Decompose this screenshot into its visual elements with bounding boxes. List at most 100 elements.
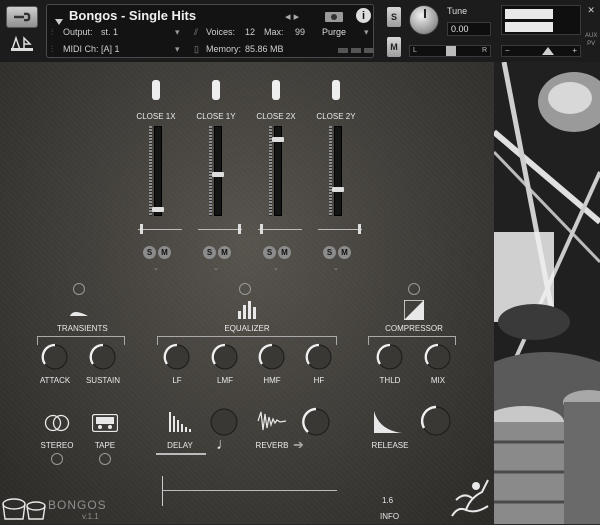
volume-slider[interactable]: − + (501, 45, 581, 57)
mute-button[interactable]: M (387, 37, 401, 57)
pan-handle[interactable] (358, 224, 361, 234)
purge-label: Purge (322, 27, 347, 37)
midi-select[interactable]: [A] 1 (101, 44, 120, 54)
pan-slider[interactable]: L R (409, 45, 491, 57)
chevron-down-icon[interactable]: ⌄ (333, 264, 339, 272)
thld-label: THLD (379, 376, 401, 385)
fader-handle[interactable] (212, 172, 224, 177)
reverb-knob[interactable] (300, 406, 332, 443)
close-icon[interactable]: ✕ (585, 6, 597, 15)
fader-handle[interactable] (152, 207, 164, 212)
equalizer-toggle[interactable] (239, 283, 251, 295)
output-label: Output: (63, 27, 93, 37)
channel-level-meter (329, 126, 332, 216)
compressor-toggle[interactable] (408, 283, 420, 295)
aux-label[interactable]: AUX (585, 32, 597, 40)
transients-toggle[interactable] (73, 283, 85, 295)
chevron-down-icon[interactable]: ⌄ (273, 264, 279, 272)
sustain-label: SUSTAIN (85, 376, 121, 385)
vendor-logo-icon (448, 476, 492, 525)
channel-mute-button[interactable]: M (158, 246, 171, 259)
voices-icon: ⫽ (194, 27, 199, 37)
tune-value[interactable]: 0.00 (447, 22, 491, 36)
attack-knob[interactable] (41, 343, 69, 371)
info-button[interactable]: INFO (380, 512, 399, 521)
thld-knob[interactable] (376, 343, 404, 371)
channel-mute-button[interactable]: M (218, 246, 231, 259)
lf-knob[interactable] (163, 343, 191, 371)
output-dropdown-icon[interactable]: ▾ (175, 27, 180, 38)
pan-handle[interactable] (446, 46, 456, 56)
lmf-knob[interactable] (211, 343, 239, 371)
channel-solo-button[interactable]: S (203, 246, 216, 259)
hmf-knob[interactable] (258, 343, 286, 371)
channel-volume-fader[interactable] (212, 126, 224, 216)
mix-knob[interactable] (424, 343, 452, 371)
pan-handle[interactable] (260, 224, 263, 234)
volume-plus[interactable]: + (572, 46, 577, 55)
channel-mute-button[interactable]: M (278, 246, 291, 259)
instrument-name[interactable]: Bongos - Single Hits (69, 8, 196, 23)
camera-icon[interactable] (325, 9, 343, 22)
max-value[interactable]: 99 (295, 27, 305, 37)
envelope-slider[interactable] (162, 490, 337, 491)
pan-handle[interactable] (238, 224, 241, 234)
channel-pan-slider[interactable] (198, 229, 242, 230)
memory-icon: ▯ (194, 44, 199, 54)
tune-knob[interactable] (409, 5, 439, 35)
channel-pan-slider[interactable] (138, 229, 182, 230)
chevron-down-icon[interactable]: ⌄ (213, 264, 219, 272)
aux-pv-labels: ✕ AUX PV (585, 6, 597, 48)
hf-knob[interactable] (305, 343, 333, 371)
transients-label: TRANSIENTS (57, 324, 108, 333)
stereo-icon[interactable] (44, 414, 70, 437)
midi-dropdown-icon[interactable]: ▾ (175, 44, 180, 55)
info-icon[interactable]: i (356, 8, 371, 23)
channel-solo-button[interactable]: S (143, 246, 156, 259)
max-label: Max: (264, 27, 284, 37)
solo-button[interactable]: S (387, 7, 401, 27)
channel-volume-fader[interactable] (332, 126, 344, 216)
channel-label: CLOSE 1Y (196, 112, 236, 121)
tape-toggle[interactable] (99, 453, 111, 465)
logo-text: BONGOS (48, 498, 107, 512)
volume-minus[interactable]: − (505, 46, 510, 55)
stereo-toggle[interactable] (51, 453, 63, 465)
pan-handle[interactable] (140, 224, 143, 234)
channel-solo-button[interactable]: S (263, 246, 276, 259)
output-select[interactable]: st. 1 (101, 27, 118, 37)
tape-icon[interactable] (91, 413, 119, 437)
purge-meter (338, 48, 374, 53)
release-knob[interactable] (419, 404, 453, 443)
channel-volume-fader[interactable] (152, 126, 164, 216)
reverb-label: REVERB (255, 441, 289, 450)
instrument-header-panel: Bongos - Single Hits ◂ ▸ i ⫶ Output: st.… (46, 4, 374, 58)
chevron-down-icon[interactable]: ⌄ (153, 264, 159, 272)
channel-solo-button[interactable]: S (323, 246, 336, 259)
envelope-marker[interactable] (162, 476, 163, 506)
hmf-label: HMF (263, 376, 281, 385)
delay-icon[interactable] (168, 410, 192, 439)
pv-label[interactable]: PV (585, 40, 597, 48)
channel-level-meter (149, 126, 152, 216)
output-level-meter (501, 5, 581, 35)
fader-handle[interactable] (272, 137, 284, 142)
music-note-icon[interactable]: ♩ (216, 436, 232, 454)
instrument-nav-arrows-icon[interactable]: ◂ ▸ (285, 10, 299, 23)
level-meter-right (505, 22, 553, 32)
library-logo-icon (10, 34, 34, 52)
sustain-knob[interactable] (89, 343, 117, 371)
channel-pan-slider[interactable] (258, 229, 302, 230)
channel-label: CLOSE 2Y (316, 112, 356, 121)
delay-slider[interactable] (156, 453, 206, 455)
reverb-icon[interactable] (257, 410, 287, 437)
channel-volume-fader[interactable] (272, 126, 284, 216)
memory-label: Memory: (206, 44, 242, 54)
channel-mute-button[interactable]: M (338, 246, 351, 259)
volume-handle[interactable] (542, 47, 554, 55)
memory-value: 85.86 MB (245, 44, 284, 54)
fader-handle[interactable] (332, 187, 344, 192)
channel-pan-slider[interactable] (318, 229, 362, 230)
wrench-icon[interactable] (6, 6, 38, 28)
purge-dropdown[interactable]: Purge ▾ (322, 27, 372, 41)
